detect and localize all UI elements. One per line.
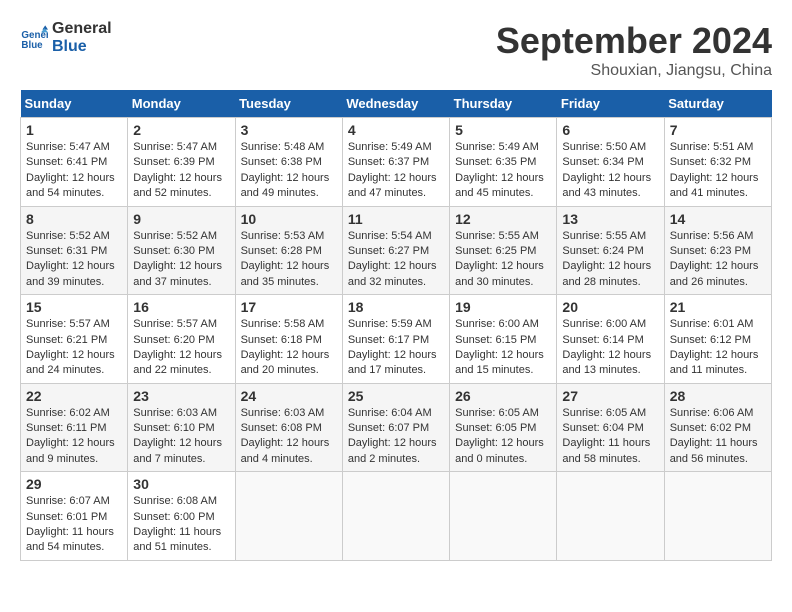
table-row: 24Sunrise: 6:03 AMSunset: 6:08 PMDayligh… (235, 383, 342, 472)
week-row-3: 15Sunrise: 5:57 AMSunset: 6:21 PMDayligh… (21, 295, 772, 384)
table-row: 22Sunrise: 6:02 AMSunset: 6:11 PMDayligh… (21, 383, 128, 472)
table-row: 6Sunrise: 5:50 AMSunset: 6:34 PMDaylight… (557, 118, 664, 207)
table-row: 8Sunrise: 5:52 AMSunset: 6:31 PMDaylight… (21, 206, 128, 295)
table-row: 7Sunrise: 5:51 AMSunset: 6:32 PMDaylight… (664, 118, 771, 207)
day-header-sunday: Sunday (21, 90, 128, 118)
header-row: SundayMondayTuesdayWednesdayThursdayFrid… (21, 90, 772, 118)
table-row: 27Sunrise: 6:05 AMSunset: 6:04 PMDayligh… (557, 383, 664, 472)
table-row: 17Sunrise: 5:58 AMSunset: 6:18 PMDayligh… (235, 295, 342, 384)
day-header-friday: Friday (557, 90, 664, 118)
page-header: General Blue General Blue September 2024… (20, 20, 772, 80)
table-row: 19Sunrise: 6:00 AMSunset: 6:15 PMDayligh… (450, 295, 557, 384)
table-row: 14Sunrise: 5:56 AMSunset: 6:23 PMDayligh… (664, 206, 771, 295)
logo-icon: General Blue (20, 24, 48, 52)
table-row: 18Sunrise: 5:59 AMSunset: 6:17 PMDayligh… (342, 295, 449, 384)
day-header-thursday: Thursday (450, 90, 557, 118)
logo-general: General (52, 20, 112, 38)
table-row (450, 472, 557, 561)
day-header-wednesday: Wednesday (342, 90, 449, 118)
table-row (235, 472, 342, 561)
table-row: 20Sunrise: 6:00 AMSunset: 6:14 PMDayligh… (557, 295, 664, 384)
table-row: 23Sunrise: 6:03 AMSunset: 6:10 PMDayligh… (128, 383, 235, 472)
logo: General Blue General Blue (20, 20, 112, 55)
table-row: 26Sunrise: 6:05 AMSunset: 6:05 PMDayligh… (450, 383, 557, 472)
day-header-saturday: Saturday (664, 90, 771, 118)
table-row: 29Sunrise: 6:07 AMSunset: 6:01 PMDayligh… (21, 472, 128, 561)
table-row: 28Sunrise: 6:06 AMSunset: 6:02 PMDayligh… (664, 383, 771, 472)
week-row-1: 1Sunrise: 5:47 AMSunset: 6:41 PMDaylight… (21, 118, 772, 207)
day-header-tuesday: Tuesday (235, 90, 342, 118)
title-section: September 2024 Shouxian, Jiangsu, China (496, 20, 772, 80)
table-row: 21Sunrise: 6:01 AMSunset: 6:12 PMDayligh… (664, 295, 771, 384)
table-row: 4Sunrise: 5:49 AMSunset: 6:37 PMDaylight… (342, 118, 449, 207)
table-row: 30Sunrise: 6:08 AMSunset: 6:00 PMDayligh… (128, 472, 235, 561)
table-row (342, 472, 449, 561)
week-row-2: 8Sunrise: 5:52 AMSunset: 6:31 PMDaylight… (21, 206, 772, 295)
table-row: 15Sunrise: 5:57 AMSunset: 6:21 PMDayligh… (21, 295, 128, 384)
table-row: 1Sunrise: 5:47 AMSunset: 6:41 PMDaylight… (21, 118, 128, 207)
table-row: 11Sunrise: 5:54 AMSunset: 6:27 PMDayligh… (342, 206, 449, 295)
week-row-4: 22Sunrise: 6:02 AMSunset: 6:11 PMDayligh… (21, 383, 772, 472)
location-title: Shouxian, Jiangsu, China (496, 62, 772, 80)
table-row: 2Sunrise: 5:47 AMSunset: 6:39 PMDaylight… (128, 118, 235, 207)
table-row: 12Sunrise: 5:55 AMSunset: 6:25 PMDayligh… (450, 206, 557, 295)
table-row: 10Sunrise: 5:53 AMSunset: 6:28 PMDayligh… (235, 206, 342, 295)
table-row: 16Sunrise: 5:57 AMSunset: 6:20 PMDayligh… (128, 295, 235, 384)
table-row: 5Sunrise: 5:49 AMSunset: 6:35 PMDaylight… (450, 118, 557, 207)
table-row: 3Sunrise: 5:48 AMSunset: 6:38 PMDaylight… (235, 118, 342, 207)
table-row (557, 472, 664, 561)
month-title: September 2024 (496, 20, 772, 62)
table-row: 13Sunrise: 5:55 AMSunset: 6:24 PMDayligh… (557, 206, 664, 295)
table-row (664, 472, 771, 561)
table-row: 25Sunrise: 6:04 AMSunset: 6:07 PMDayligh… (342, 383, 449, 472)
logo-blue: Blue (52, 38, 112, 56)
calendar-table: SundayMondayTuesdayWednesdayThursdayFrid… (20, 90, 772, 561)
svg-text:Blue: Blue (21, 39, 43, 50)
day-header-monday: Monday (128, 90, 235, 118)
week-row-5: 29Sunrise: 6:07 AMSunset: 6:01 PMDayligh… (21, 472, 772, 561)
table-row: 9Sunrise: 5:52 AMSunset: 6:30 PMDaylight… (128, 206, 235, 295)
